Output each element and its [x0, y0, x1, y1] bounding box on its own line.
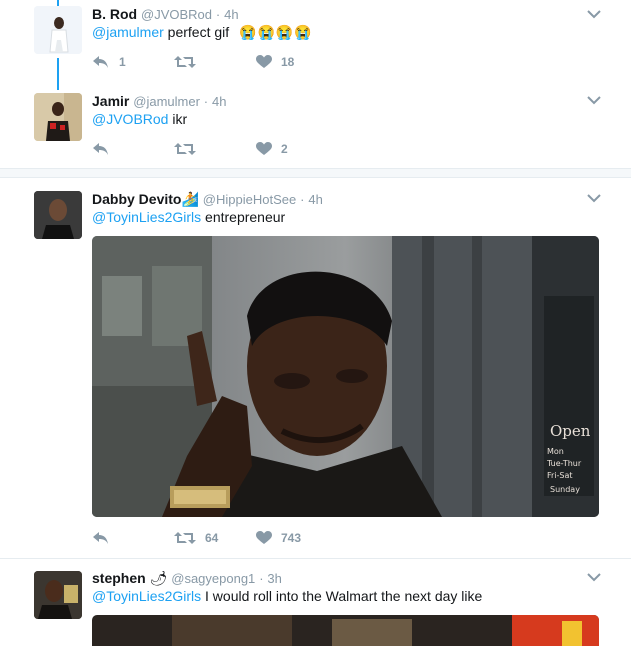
- heart-icon: [256, 531, 272, 544]
- tweet-body: perfect gif: [163, 24, 230, 40]
- tweet-body: entrepreneur: [201, 209, 286, 225]
- timestamp[interactable]: 4h: [224, 7, 238, 22]
- timestamp[interactable]: 4h: [212, 94, 226, 109]
- like-count: 743: [281, 531, 302, 545]
- display-name[interactable]: B. Rod: [92, 6, 137, 22]
- separator-dot: ·: [259, 571, 264, 586]
- timestamp[interactable]: 4h: [308, 192, 322, 207]
- tweet-text: @ToyinLies2Girls entrepreneur: [92, 208, 285, 227]
- reply-count: 1: [119, 55, 126, 69]
- display-name[interactable]: Dabby Devito: [92, 191, 181, 207]
- sign-line-3: Fri-Sat: [547, 471, 573, 480]
- tweet-header: B. Rod @JVOBRod · 4h: [92, 5, 239, 24]
- like-button[interactable]: 2: [256, 140, 288, 158]
- like-count: 2: [281, 142, 288, 156]
- display-name[interactable]: stephen: [92, 570, 146, 586]
- chevron-down-icon[interactable]: [586, 8, 602, 20]
- heart-icon: [256, 142, 272, 155]
- username[interactable]: @jamulmer: [133, 94, 200, 109]
- separator-dot: ·: [203, 94, 209, 109]
- avatar[interactable]: [34, 93, 82, 141]
- tweet-header: stephen 🌶 @sagyepong1 · 3h: [92, 569, 282, 588]
- retweet-icon: [174, 56, 196, 68]
- sign-line-1: Mon: [547, 447, 564, 456]
- separator-dot: ·: [300, 192, 305, 207]
- reply-icon: [93, 143, 108, 155]
- retweet-count: 64: [205, 531, 219, 545]
- emoji-crying: 😭😭😭😭: [239, 24, 313, 40]
- tweet-body: I would roll into the Walmart the next d…: [201, 588, 483, 604]
- like-button[interactable]: 743: [256, 529, 301, 547]
- username[interactable]: @HippieHotSee: [203, 192, 296, 207]
- retweet-button[interactable]: [174, 53, 205, 71]
- sign-line-2: Tue-Thur: [546, 459, 582, 468]
- tweet[interactable]: B. Rod @JVOBRod · 4h @jamulmer perfect g…: [0, 0, 631, 84]
- tweet[interactable]: Dabby Devito🏄 @HippieHotSee · 4h @ToyinL…: [0, 178, 631, 558]
- reply-button[interactable]: [92, 140, 119, 158]
- retweet-icon: [174, 532, 196, 544]
- like-count: 18: [281, 55, 295, 69]
- chevron-down-icon[interactable]: [586, 94, 602, 106]
- mention-link[interactable]: @JVOBRod: [92, 111, 168, 127]
- tweet[interactable]: stephen 🌶 @sagyepong1 · 3h @ToyinLies2Gi…: [0, 559, 631, 646]
- media-image[interactable]: Open Mon Tue-Thur Fri-Sat Sunday: [92, 236, 599, 517]
- retweet-button[interactable]: [174, 140, 205, 158]
- tweet-header: Dabby Devito🏄 @HippieHotSee · 4h: [92, 190, 323, 209]
- media-image[interactable]: [92, 615, 599, 646]
- tweet-body: ikr: [168, 111, 188, 127]
- tweet[interactable]: Jamir @jamulmer · 4h @JVOBRod ikr 2: [0, 84, 631, 168]
- display-name[interactable]: Jamir: [92, 93, 129, 109]
- pepper-emoji: 🌶: [149, 570, 168, 586]
- avatar[interactable]: [34, 571, 82, 619]
- like-button[interactable]: 18: [256, 53, 294, 71]
- avatar[interactable]: [34, 191, 82, 239]
- sign-open: Open: [550, 422, 591, 440]
- sign-line-4: Sunday: [550, 485, 580, 494]
- mention-link[interactable]: @jamulmer: [92, 24, 164, 40]
- chevron-down-icon[interactable]: [586, 192, 602, 204]
- reply-icon: [93, 532, 108, 544]
- reply-icon: [93, 56, 108, 68]
- chevron-down-icon[interactable]: [586, 571, 602, 583]
- mention-link[interactable]: @ToyinLies2Girls: [92, 588, 201, 604]
- timestamp[interactable]: 3h: [267, 571, 281, 586]
- avatar[interactable]: [34, 6, 82, 54]
- tweet-text: @ToyinLies2Girls I would roll into the W…: [92, 587, 482, 606]
- retweet-icon: [174, 143, 196, 155]
- username[interactable]: @sagyepong1: [171, 571, 255, 586]
- reply-button[interactable]: 1: [92, 53, 126, 71]
- separator-dot: ·: [215, 7, 221, 22]
- mention-link[interactable]: @ToyinLies2Girls: [92, 209, 201, 225]
- tweet-text: @jamulmer perfect gif 😭😭😭😭: [92, 23, 313, 42]
- tweet-header: Jamir @jamulmer · 4h: [92, 92, 227, 111]
- username[interactable]: @JVOBRod: [141, 7, 212, 22]
- reply-button[interactable]: [92, 529, 119, 547]
- tweet-text: @JVOBRod ikr: [92, 110, 187, 129]
- surfer-emoji: 🏄: [181, 191, 199, 207]
- retweet-button[interactable]: 64: [174, 529, 218, 547]
- conversation-divider: [0, 168, 631, 178]
- heart-icon: [256, 55, 272, 68]
